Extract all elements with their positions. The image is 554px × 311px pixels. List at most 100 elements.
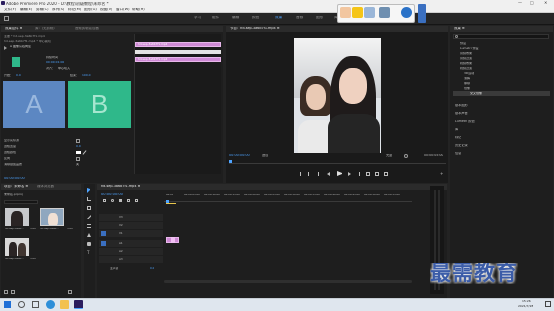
effects-tree-audio-effects[interactable]: 音频效果 (460, 52, 472, 55)
step-forward-icon[interactable] (348, 172, 351, 176)
program-timecode[interactable]: 00:00:00:00 (229, 154, 250, 157)
home-icon[interactable] (4, 16, 9, 21)
start-value[interactable]: 0.0 (16, 74, 21, 77)
effects-title[interactable]: 效果 ≡ (454, 27, 465, 30)
add-marker-icon[interactable] (119, 199, 122, 202)
effects-tree-video-transitions[interactable]: 视频过渡 (460, 67, 472, 70)
timeline-settings-icon[interactable] (127, 199, 130, 202)
track-label-a2[interactable]: A2 (119, 250, 123, 253)
section-info[interactable]: 信息 (455, 152, 461, 155)
step-back-icon[interactable] (327, 172, 330, 176)
project-item-thumbnail[interactable] (5, 208, 29, 226)
selection-tool-icon[interactable] (87, 188, 91, 193)
premiere-pro-taskbar-icon[interactable] (74, 300, 83, 309)
tab-media-browser[interactable]: 媒体浏览器 (37, 185, 54, 188)
work-area-bar[interactable] (166, 203, 176, 204)
menu-edit[interactable]: 编辑(E) (20, 8, 32, 12)
master-volume-value[interactable]: 0.0 (150, 267, 154, 270)
go-to-in-icon[interactable] (318, 172, 321, 176)
quality-dropdown[interactable]: 完整 (386, 154, 392, 157)
hand-tool-icon[interactable] (87, 242, 91, 246)
menu-graphics[interactable]: 图形(G) (84, 8, 97, 12)
playhead-icon[interactable] (229, 160, 232, 163)
program-monitor-title[interactable]: 节目：hd-sep-3a6b7f1.mp4 ≡ (230, 27, 280, 30)
border-width-value[interactable]: 0.0 (76, 145, 81, 148)
show-source-checkbox[interactable] (76, 139, 80, 143)
track-label-v1[interactable]: V1 (119, 232, 123, 235)
wrench-icon[interactable] (404, 154, 408, 158)
workspace-editing[interactable]: 编辑 (232, 16, 239, 20)
section-essential-graphics[interactable]: 基本图形 (455, 104, 468, 107)
snap-icon[interactable] (103, 199, 106, 202)
ec-clip-a[interactable]: hd-sep-3a6b7f1.mp4 (135, 42, 221, 47)
list-view-icon[interactable] (4, 290, 8, 294)
slip-tool-icon[interactable] (87, 224, 91, 228)
track-label-v3[interactable]: V3 (119, 216, 123, 219)
menu-clip[interactable]: 剪辑(C) (36, 8, 49, 12)
fit-dropdown[interactable]: 适合 (262, 154, 268, 157)
section-libraries[interactable]: 库 (455, 128, 458, 131)
collapse-chevron-icon[interactable] (418, 4, 426, 23)
type-tool-icon[interactable]: T (87, 250, 89, 255)
menu-file[interactable]: 文件(F) (4, 8, 16, 12)
effects-tree-presets[interactable]: 预设 (460, 42, 466, 45)
end-value[interactable]: 100.0 (82, 74, 91, 77)
timeline-sequence-tab[interactable]: hd-sep-3a6b7f1.mp4 ≡ (101, 185, 140, 188)
section-history[interactable]: 历史记录 (455, 144, 468, 147)
tab-audio-mixer[interactable]: 音频剪辑混合器 (75, 27, 99, 30)
workspace-effects[interactable]: 效果 (275, 16, 282, 20)
ripple-edit-tool-icon[interactable] (87, 206, 91, 210)
screenshot-icon[interactable] (364, 7, 375, 18)
windows-start-icon[interactable] (4, 301, 11, 308)
minimize-button[interactable]: — (518, 1, 522, 5)
play-preview-icon[interactable] (4, 46, 8, 50)
track-label-v2[interactable]: V2 (119, 224, 123, 227)
transition-marker[interactable] (171, 237, 175, 243)
timeline-scrollbar[interactable] (164, 280, 412, 283)
ec-transition-bar[interactable] (135, 50, 221, 54)
effects-tree-iris[interactable]: 划像 (464, 87, 470, 90)
project-item-thumbnail[interactable] (5, 238, 29, 256)
menu-sequence[interactable]: 序列(S) (52, 8, 64, 12)
effects-tree-3d-motion[interactable]: 3D运动 (464, 72, 474, 75)
section-lumetri-color[interactable]: Lumetri 颜色 (455, 120, 475, 123)
go-to-out-icon[interactable] (357, 172, 360, 176)
extract-icon[interactable] (375, 172, 379, 176)
export-frame-icon[interactable] (384, 172, 388, 176)
tab-effect-controls[interactable]: 效果控件 ≡ (5, 27, 22, 30)
zoom-icon[interactable] (379, 7, 390, 18)
workspace-audio[interactable]: 音频 (296, 16, 303, 20)
info-icon[interactable] (401, 7, 412, 18)
workspace-assembly[interactable]: 组件 (212, 16, 219, 20)
section-markers[interactable]: 标记 (455, 136, 461, 139)
border-color-swatch[interactable] (76, 151, 81, 154)
mark-out-icon[interactable] (308, 172, 309, 176)
align-dropdown[interactable]: 中心切入 (58, 67, 70, 70)
search-taskbar-icon[interactable] (18, 301, 25, 308)
a1-source-patch[interactable] (101, 241, 106, 246)
ec-clip-b[interactable]: hd-sep-3a6b7f1.mp4 (135, 57, 221, 62)
tab-source[interactable]: 源：(无剪辑) (35, 27, 55, 30)
workspace-color[interactable]: 颜色 (252, 16, 259, 20)
task-view-icon[interactable] (32, 301, 39, 308)
effects-search-input[interactable] (453, 34, 549, 39)
v1-source-patch[interactable] (101, 231, 106, 236)
new-item-icon[interactable] (68, 290, 72, 294)
timeline-timecode[interactable]: 00:00:00:00 (101, 193, 123, 197)
notification-icon[interactable] (545, 301, 551, 307)
lift-icon[interactable] (366, 172, 370, 176)
project-search-input[interactable] (4, 200, 38, 204)
menu-view[interactable]: 视图(V) (100, 8, 112, 12)
reverse-checkbox[interactable] (76, 157, 80, 161)
effects-tree-dissolve[interactable]: 溶解 (464, 77, 470, 80)
section-essential-sound[interactable]: 基本声音 (455, 112, 468, 115)
menu-help[interactable]: 帮助(H) (132, 8, 145, 12)
workspace-learn[interactable]: 学习 (194, 16, 201, 20)
track-label-a1[interactable]: A1 (119, 242, 123, 245)
effects-tree-audio-transitions[interactable]: 音频过渡 (460, 57, 472, 60)
maximize-button[interactable]: □ (530, 1, 534, 5)
track-select-tool-icon[interactable] (87, 197, 91, 201)
mark-in-icon[interactable] (300, 172, 301, 176)
edge-browser-icon[interactable] (46, 300, 55, 309)
program-scrub-bar[interactable] (229, 163, 446, 164)
